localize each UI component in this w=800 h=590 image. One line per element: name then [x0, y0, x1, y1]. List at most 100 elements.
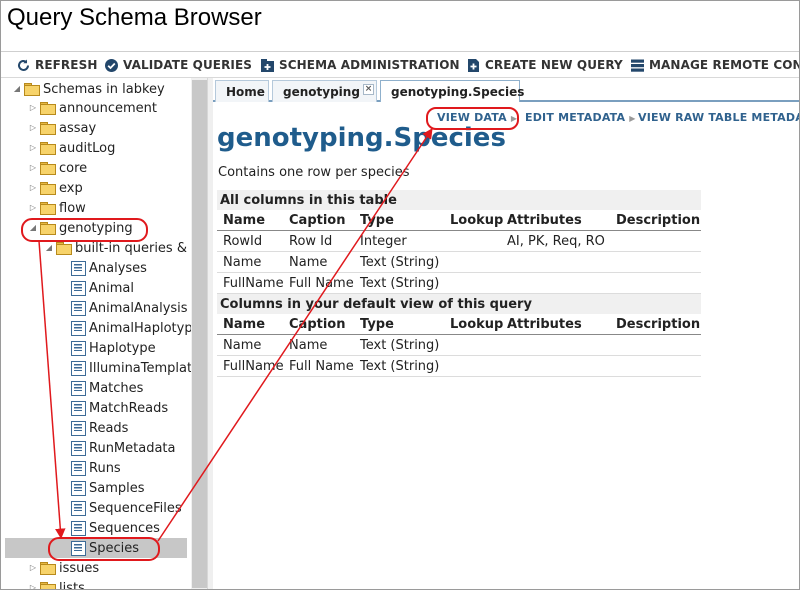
tree-node-label: Schemas in labkey [43, 81, 165, 97]
tree-node-flow[interactable]: ▷ flow [27, 198, 86, 218]
tree-node-label: built-in queries & tables [75, 240, 207, 256]
folder-open-icon [56, 242, 72, 255]
create-new-query-label: CREATE NEW QUERY [485, 58, 623, 72]
query-icon [71, 461, 86, 476]
tree-node-species-selected[interactable]: Species [5, 538, 187, 558]
collapsed-arrow-icon[interactable]: ▷ [27, 202, 39, 214]
query-icon [71, 341, 86, 356]
tree-node-query[interactable]: Sequences [71, 518, 160, 538]
tree-node-label: RunMetadata [89, 440, 176, 456]
view-raw-table-metadata-label: VIEW RAW TABLE METADATA [638, 111, 799, 124]
validate-queries-button[interactable]: VALIDATE QUERIES [104, 52, 252, 78]
arrow-right-icon: ▶ [510, 114, 518, 123]
create-new-query-button[interactable]: CREATE NEW QUERY [466, 52, 623, 78]
tree-node-query[interactable]: Reads [71, 418, 128, 438]
query-icon [71, 301, 86, 316]
tree-node-label: SequenceFiles [89, 500, 182, 516]
query-icon [71, 541, 86, 556]
tree-node-label: exp [59, 180, 83, 196]
section-header-default-view: Columns in your default view of this que… [217, 294, 701, 314]
folder-icon [40, 182, 56, 195]
expanded-arrow-icon[interactable]: ◢ [43, 242, 55, 254]
schema-administration-button[interactable]: SCHEMA ADMINISTRATION [260, 52, 460, 78]
collapsed-arrow-icon[interactable]: ▷ [27, 162, 39, 174]
folder-icon [40, 582, 56, 589]
tab-home[interactable]: Home [215, 80, 269, 102]
expanded-arrow-icon[interactable]: ◢ [11, 83, 23, 95]
tab-genotyping[interactable]: genotyping × [272, 80, 377, 102]
tree-node-query[interactable]: RunMetadata [71, 438, 176, 458]
table-cell: FullName [223, 275, 284, 291]
manage-remote-connections-button[interactable]: MANAGE REMOTE CONNECTIONS [630, 52, 799, 78]
table-cell: Name [289, 254, 328, 270]
tree-node-query[interactable]: Runs [71, 458, 121, 478]
refresh-icon [16, 58, 31, 73]
tree-node-root[interactable]: ◢ Schemas in labkey [11, 79, 165, 99]
tree-node-exp[interactable]: ▷ exp [27, 178, 83, 198]
tree-node-builtin-queries[interactable]: ◢ built-in queries & tables [43, 238, 207, 258]
tree-node-core[interactable]: ▷ core [27, 158, 87, 178]
page-title: genotyping.Species [217, 123, 506, 153]
column-header-description: Description [616, 212, 701, 228]
tree-node-query[interactable]: AnimalAnalysis [71, 298, 188, 318]
collapsed-arrow-icon[interactable]: ▷ [27, 182, 39, 194]
app-window: Query Schema Browser REFRESH VALIDATE QU… [0, 0, 800, 590]
tree-node-issues[interactable]: ▷ issues [27, 558, 99, 578]
query-icon [71, 521, 86, 536]
collapsed-arrow-icon[interactable]: ▷ [27, 562, 39, 574]
tree-node-query[interactable]: IlluminaTemplates [71, 358, 207, 378]
tree-node-query[interactable]: Samples [71, 478, 145, 498]
table-cell: Integer [360, 233, 407, 249]
query-icon [71, 481, 86, 496]
refresh-label: REFRESH [35, 58, 98, 72]
tree-node-query[interactable]: SequenceFiles [71, 498, 182, 518]
tree-node-lists[interactable]: ▷ lists [27, 578, 85, 590]
column-header-caption: Caption [289, 212, 346, 228]
tree-node-genotyping[interactable]: ◢ genotyping [27, 218, 133, 238]
collapsed-arrow-icon[interactable]: ▷ [27, 582, 39, 589]
table-cell: AI, PK, Req, RO [507, 233, 605, 249]
query-icon [71, 501, 86, 516]
tree-node-assay[interactable]: ▷ assay [27, 118, 96, 138]
tree-node-query[interactable]: Animal [71, 278, 134, 298]
tab-genotyping-species[interactable]: genotyping.Species [380, 80, 524, 102]
column-header-attributes: Attributes [507, 316, 582, 332]
table-cell: Full Name [289, 275, 354, 291]
collapsed-arrow-icon[interactable]: ▷ [27, 102, 39, 114]
collapsed-arrow-icon[interactable]: ▷ [27, 142, 39, 154]
collapsed-arrow-icon[interactable]: ▷ [27, 122, 39, 134]
tree-node-label: lists [59, 580, 85, 590]
tree-node-announcement[interactable]: ▷ announcement [27, 98, 157, 118]
panel-splitter[interactable] [207, 78, 213, 589]
tree-node-query[interactable]: MatchReads [71, 398, 168, 418]
check-circle-icon [104, 58, 119, 73]
tree-node-query[interactable]: AnimalHaplotype [71, 318, 201, 338]
table-cell: Row Id [289, 233, 333, 249]
tree-node-auditlog[interactable]: ▷ auditLog [27, 138, 115, 158]
tree-node-query[interactable]: Matches [71, 378, 143, 398]
folder-icon [40, 162, 56, 175]
tree-node-query[interactable]: Analyses [71, 258, 147, 278]
folder-icon [40, 142, 56, 155]
query-icon [71, 361, 86, 376]
sidebar-scrollbar-thumb[interactable] [192, 80, 207, 588]
column-header-name: Name [223, 316, 266, 332]
tree-node-label: announcement [59, 100, 158, 116]
query-icon [71, 441, 86, 456]
expanded-arrow-icon[interactable]: ◢ [27, 222, 39, 234]
table-cell: Text (String) [360, 337, 440, 353]
edit-metadata-link[interactable]: EDIT METADATA ▶ [525, 111, 636, 124]
validate-queries-label: VALIDATE QUERIES [123, 58, 253, 72]
tree-node-label: Matches [89, 380, 144, 396]
tree-node-label: Runs [89, 460, 121, 476]
table-cell: Name [223, 254, 262, 270]
tree-node-query[interactable]: Haplotype [71, 338, 156, 358]
tree-node-label: genotyping [59, 220, 133, 236]
refresh-button[interactable]: REFRESH [16, 52, 97, 78]
close-icon[interactable]: × [363, 84, 374, 95]
table-cell: Name [289, 337, 328, 353]
tree-node-label: Haplotype [89, 340, 156, 356]
view-raw-table-metadata-link[interactable]: VIEW RAW TABLE METADATA [638, 111, 799, 124]
tree-node-label: auditLog [59, 140, 116, 156]
folder-icon [40, 202, 56, 215]
